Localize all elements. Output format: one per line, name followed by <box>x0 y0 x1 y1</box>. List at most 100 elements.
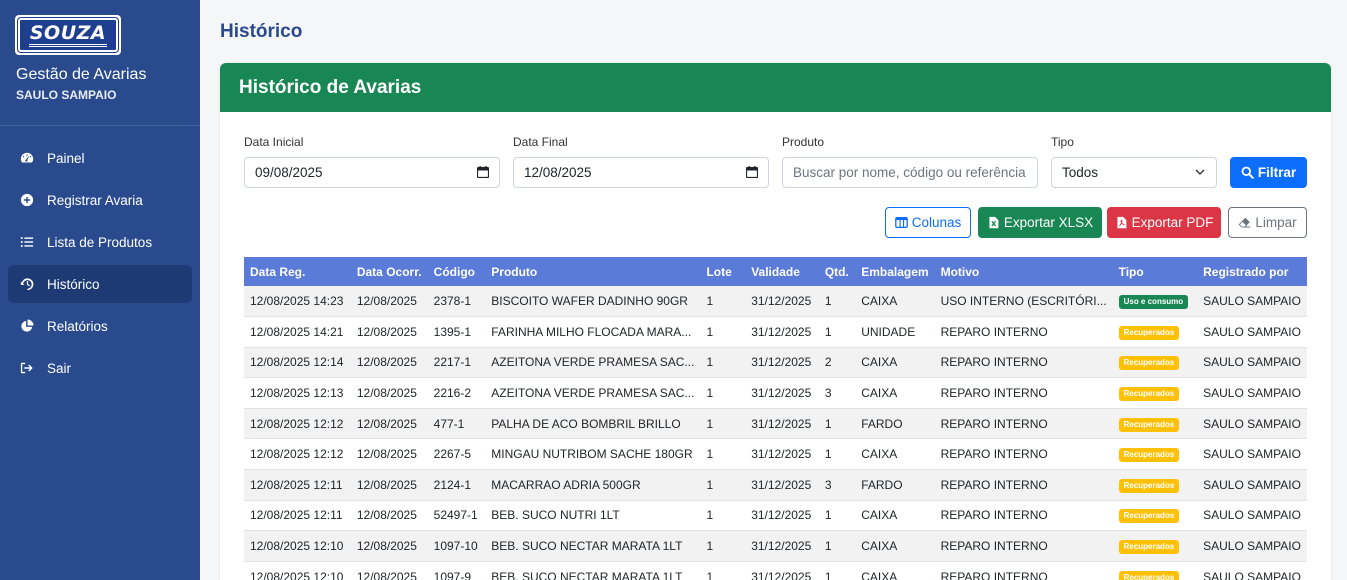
gauge-icon <box>20 151 34 165</box>
app-title: Gestão de Avarias <box>16 66 147 83</box>
lote-cell: 1 <box>700 286 746 318</box>
export-pdf-button[interactable]: Exportar PDF <box>1107 207 1221 238</box>
columns-button-label: Colunas <box>911 215 962 230</box>
validade-cell: 31/12/2025 <box>745 377 819 409</box>
user-name: SAULO SAMPAIO <box>16 88 117 102</box>
table-row[interactable]: 12/08/2025 12:11 12/08/2025 52497-1 BEB. SU… <box>244 500 1307 532</box>
table-row[interactable]: 12/08/2025 14:23 12/08/2025 2378-1 BISCOITO… <box>244 286 1307 318</box>
validade-cell: 31/12/2025 <box>745 316 819 348</box>
column-header[interactable]: Tipo <box>1112 257 1198 286</box>
sidebar-item-registrar-avaria[interactable]: Registrar Avaria <box>8 181 192 219</box>
column-header[interactable]: Validade <box>745 257 819 286</box>
sidebar-item-historico[interactable]: Histórico <box>8 265 192 303</box>
embalagem-cell: CAIXA <box>855 530 935 562</box>
tipo-cell: Uso e consumo <box>1112 286 1198 318</box>
table-row[interactable]: 12/08/2025 12:11 12/08/2025 2124-1 MACARRAO… <box>244 469 1307 501</box>
table-row[interactable]: 12/08/2025 12:12 12/08/2025 477-1 PALHA DE … <box>244 408 1307 440</box>
table-row[interactable]: 12/08/2025 12:10 12/08/2025 1097-9 BEB. SUC… <box>244 561 1307 580</box>
column-header[interactable]: Qtd. <box>818 257 856 286</box>
type-select-value: Todos <box>1062 165 1099 180</box>
qtd-cell: 1 <box>818 408 856 440</box>
registrado-por-cell: SAULO SAMPAIO <box>1197 438 1307 471</box>
produto-cell: BEB. SUCO NECTAR MARATA 1LT <box>485 530 701 562</box>
embalagem-cell: FARDO <box>855 408 935 440</box>
produto-cell: PALHA DE ACO BOMBRIL BRILLO <box>485 408 701 440</box>
column-header[interactable]: Embalagem <box>855 257 935 286</box>
plus-circle-icon <box>20 193 34 207</box>
end-date-label: Data Final <box>513 135 568 149</box>
lote-cell: 1 <box>700 316 746 348</box>
qtd-cell: 1 <box>818 438 856 471</box>
sidebar-item-label: Histórico <box>47 276 100 292</box>
sidebar-item-lista-produtos[interactable]: Lista de Produtos <box>8 223 192 261</box>
product-search-input[interactable]: Buscar por nome, código ou referência <box>782 157 1038 188</box>
column-header[interactable]: Lote <box>700 257 746 286</box>
table-row[interactable]: 12/08/2025 12:10 12/08/2025 1097-10 BEB. SU… <box>244 530 1307 562</box>
calendar-icon[interactable] <box>477 166 489 178</box>
status-badge: Recuperados <box>1118 509 1180 524</box>
data-reg-cell: 12/08/2025 12:11 <box>244 469 351 501</box>
column-header[interactable]: Código <box>427 257 486 286</box>
sidebar-item-painel[interactable]: Painel <box>8 139 192 177</box>
start-date-label: Data Inicial <box>244 135 304 149</box>
registrado-por-cell: SAULO SAMPAIO <box>1197 316 1307 348</box>
embalagem-cell: FARDO <box>855 469 935 501</box>
column-header[interactable]: Registrado por <box>1197 257 1307 286</box>
status-badge: Recuperados <box>1118 448 1180 463</box>
type-label: Tipo <box>1051 135 1074 149</box>
column-header[interactable]: Motivo <box>934 257 1113 286</box>
columns-button[interactable]: Colunas <box>885 207 971 238</box>
validade-cell: 31/12/2025 <box>745 469 819 501</box>
export-xlsx-button[interactable]: Exportar XLSX <box>978 207 1102 238</box>
status-badge: Recuperados <box>1118 325 1180 340</box>
tipo-cell: Recuperados <box>1112 561 1198 580</box>
end-date-input[interactable]: 12/08/2025 <box>513 157 769 188</box>
registrado-por-cell: SAULO SAMPAIO <box>1197 500 1307 532</box>
codigo-cell: 1097-10 <box>427 530 486 562</box>
table-row[interactable]: 12/08/2025 12:12 12/08/2025 2267-5 MINGAU N… <box>244 438 1307 471</box>
column-header[interactable]: Produto <box>485 257 701 286</box>
motivo-cell: REPARO INTERNO <box>934 408 1113 440</box>
calendar-icon[interactable] <box>746 166 758 178</box>
data-reg-cell: 12/08/2025 14:21 <box>244 316 351 348</box>
lote-cell: 1 <box>700 408 746 440</box>
data-ocorr-cell: 12/08/2025 <box>350 316 428 348</box>
status-badge: Recuperados <box>1118 570 1180 580</box>
company-logo[interactable]: SOUZA <box>15 15 121 55</box>
sidebar-divider <box>0 125 200 126</box>
motivo-cell: REPARO INTERNO <box>934 561 1113 580</box>
codigo-cell: 2267-5 <box>427 438 486 471</box>
lote-cell: 1 <box>700 500 746 532</box>
column-header[interactable]: Data Reg. <box>244 257 351 286</box>
sidebar-item-sair[interactable]: Sair <box>8 349 192 387</box>
motivo-cell: REPARO INTERNO <box>934 316 1113 348</box>
column-header[interactable]: Data Ocorr. <box>350 257 428 286</box>
clear-button[interactable]: Limpar <box>1228 207 1307 238</box>
start-date-input[interactable]: 09/08/2025 <box>244 157 500 188</box>
embalagem-cell: CAIXA <box>855 561 935 580</box>
logo-text: SOUZA <box>29 22 107 44</box>
filter-button[interactable]: Filtrar <box>1230 157 1307 188</box>
data-reg-cell: 12/08/2025 12:12 <box>244 438 351 471</box>
chevron-down-icon <box>1195 169 1205 175</box>
sidebar-item-label: Sair <box>47 360 72 376</box>
codigo-cell: 2216-2 <box>427 377 486 409</box>
registrado-por-cell: SAULO SAMPAIO <box>1197 561 1307 580</box>
table-row[interactable]: 12/08/2025 14:21 12/08/2025 1395-1 FARINHA … <box>244 316 1307 348</box>
sidebar: SOUZA Gestão de Avarias SAULO SAMPAIO Pa… <box>0 0 200 580</box>
qtd-cell: 1 <box>818 530 856 562</box>
data-reg-cell: 12/08/2025 12:14 <box>244 347 351 379</box>
registrado-por-cell: SAULO SAMPAIO <box>1197 286 1307 318</box>
sidebar-item-relatorios[interactable]: Relatórios <box>8 307 192 345</box>
table-row[interactable]: 12/08/2025 12:13 12/08/2025 2216-2 AZEITONA… <box>244 377 1307 409</box>
data-reg-cell: 12/08/2025 14:23 <box>244 286 351 318</box>
clear-button-label: Limpar <box>1255 215 1297 230</box>
type-select[interactable]: Todos <box>1051 157 1217 188</box>
sidebar-item-label: Registrar Avaria <box>47 192 143 208</box>
data-ocorr-cell: 12/08/2025 <box>350 286 428 318</box>
codigo-cell: 1395-1 <box>427 316 486 348</box>
history-card: Histórico de Avarias Data Inicial 09/08/… <box>220 63 1331 580</box>
history-table: Data Reg. Data Ocorr. Código Produto Lot… <box>244 257 1307 580</box>
codigo-cell: 2217-1 <box>427 347 486 379</box>
table-row[interactable]: 12/08/2025 12:14 12/08/2025 2217-1 AZEITONA… <box>244 347 1307 379</box>
